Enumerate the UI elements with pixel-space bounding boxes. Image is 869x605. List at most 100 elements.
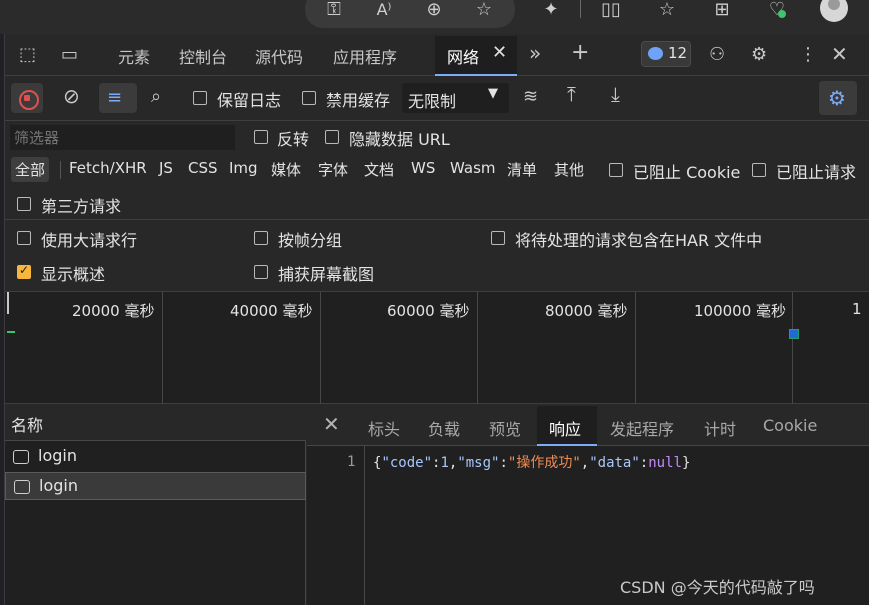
type-filter-js[interactable]: JS xyxy=(159,159,173,177)
gear-icon[interactable]: ⚙ xyxy=(751,44,767,65)
add-tab-icon[interactable]: + xyxy=(571,40,589,65)
gear-icon: ⚙ xyxy=(828,86,846,110)
tab-headers[interactable]: 标头 xyxy=(368,416,400,440)
invert-checkbox[interactable] xyxy=(254,130,268,144)
capture-screenshots-checkbox[interactable] xyxy=(254,265,268,279)
disable-cache-label: 禁用缓存 xyxy=(326,91,391,110)
overview-column: 80000 毫秒 xyxy=(478,292,636,404)
type-filter-ws[interactable]: WS xyxy=(411,159,435,177)
customize-icon[interactable]: ⚇ xyxy=(709,44,725,65)
third-party-checkbox[interactable] xyxy=(17,197,31,211)
close-icon[interactable]: ✕ xyxy=(323,412,340,436)
type-filter-other[interactable]: 其他 xyxy=(554,159,584,180)
throttling-value: 无限制 xyxy=(408,92,457,111)
devtools-tab-bar: ⬚ ▭ 元素 控制台 源代码 应用程序 网络 ✕ » + 12 ⚇ ⚙ ⋮ ✕ xyxy=(5,34,869,76)
tab-cookies[interactable]: Cookie xyxy=(763,416,817,435)
favorite-icon[interactable]: ☆ xyxy=(470,0,498,20)
search-icon[interactable]: ⌕ xyxy=(151,86,161,107)
profile-icon[interactable] xyxy=(820,0,848,22)
tab-response-label: 响应 xyxy=(549,420,582,439)
group-by-frame-checkbox[interactable] xyxy=(254,231,268,245)
type-filter-manifest[interactable]: 清单 xyxy=(507,159,537,180)
disable-cache-checkbox[interactable] xyxy=(302,91,316,105)
tab-network[interactable]: 网络 ✕ xyxy=(435,36,517,76)
table-row[interactable]: login xyxy=(5,472,306,500)
more-options-icon[interactable]: ⋮ xyxy=(799,44,817,65)
overview-tick-label: 40000 毫秒 xyxy=(230,302,313,320)
favorites-icon[interactable]: ☆ xyxy=(653,0,681,20)
type-filter-wasm[interactable]: Wasm xyxy=(450,159,496,177)
device-toolbar-icon[interactable]: ▭ xyxy=(61,44,78,65)
big-rows-checkbox[interactable] xyxy=(17,231,31,245)
capture-screenshots-label: 捕获屏幕截图 xyxy=(278,265,375,284)
clear-icon[interactable]: ⊘ xyxy=(63,84,80,108)
type-separator xyxy=(60,161,61,179)
tab-timing[interactable]: 计时 xyxy=(704,416,736,440)
tab-payload[interactable]: 负载 xyxy=(428,416,460,440)
tab-initiator[interactable]: 发起程序 xyxy=(610,416,674,440)
network-conditions-icon[interactable]: ≋ xyxy=(523,86,538,107)
collections-icon[interactable]: ⊞ xyxy=(708,0,736,20)
include-pending-har-label: 将待处理的请求包含在HAR 文件中 xyxy=(515,231,763,250)
response-body[interactable]: {"code":1,"msg":"操作成功","data":null} xyxy=(373,452,690,472)
timeline-overview[interactable]: 20000 毫秒 40000 毫秒 60000 毫秒 80000 毫秒 1000… xyxy=(5,292,869,404)
type-filter-font[interactable]: 字体 xyxy=(318,159,348,180)
tab-console[interactable]: 控制台 xyxy=(179,44,227,68)
inspect-element-icon[interactable]: ⬚ xyxy=(19,44,36,65)
tab-preview[interactable]: 预览 xyxy=(489,416,521,440)
zoom-icon[interactable]: ⊕ xyxy=(420,0,448,20)
name-column-label: 名称 xyxy=(11,416,44,435)
tab-response[interactable]: 响应 xyxy=(537,406,597,446)
request-list: 名称 login login xyxy=(5,404,306,605)
type-filter-all[interactable]: 全部 xyxy=(11,157,50,182)
hide-data-urls-label: 隐藏数据 URL xyxy=(349,130,450,149)
line-number: 1 xyxy=(347,454,356,470)
type-filter-media[interactable]: 媒体 xyxy=(271,159,301,180)
request-name: login xyxy=(39,476,78,495)
overview-column: 20000 毫秒 xyxy=(5,292,163,404)
overview-tick-label: 1 xyxy=(852,300,862,318)
include-pending-har-checkbox[interactable] xyxy=(491,231,505,245)
record-stop-button[interactable] xyxy=(11,83,43,113)
tab-sources[interactable]: 源代码 xyxy=(255,44,303,68)
close-devtools-icon[interactable]: ✕ xyxy=(831,42,848,66)
json-key: "code" xyxy=(381,455,433,471)
table-row[interactable]: login xyxy=(5,443,306,471)
read-aloud-icon[interactable]: A⁾ xyxy=(370,0,398,20)
type-filter-css[interactable]: CSS xyxy=(188,159,218,177)
name-column-header[interactable]: 名称 xyxy=(5,404,306,441)
preserve-log-checkbox[interactable] xyxy=(193,91,207,105)
blocked-requests-checkbox[interactable] xyxy=(752,163,766,177)
overview-column: 40000 毫秒 xyxy=(163,292,321,404)
toolbar-separator xyxy=(580,0,581,18)
close-icon[interactable]: ✕ xyxy=(492,42,507,63)
tab-elements[interactable]: 元素 xyxy=(118,44,150,68)
document-icon xyxy=(14,480,30,494)
network-settings-button[interactable]: ⚙ xyxy=(819,81,857,115)
third-party-label: 第三方请求 xyxy=(41,197,122,216)
throttling-select[interactable]: 无限制 ▼ xyxy=(402,83,509,113)
split-screen-icon[interactable]: ▯▯ xyxy=(597,0,625,20)
hide-data-urls-checkbox[interactable] xyxy=(325,130,339,144)
extensions-icon[interactable]: ✦ xyxy=(537,0,565,20)
show-overview-checkbox[interactable] xyxy=(17,263,31,279)
json-number: 1 xyxy=(440,455,449,471)
health-icon[interactable]: ♡ xyxy=(763,0,791,20)
type-filter-doc[interactable]: 文档 xyxy=(364,159,394,180)
group-by-frame-label: 按帧分组 xyxy=(278,231,343,250)
json-comma: , xyxy=(580,455,590,471)
line-gutter: 1 xyxy=(307,446,365,605)
health-status-dot xyxy=(778,10,786,18)
tab-application[interactable]: 应用程序 xyxy=(333,44,397,68)
import-har-icon[interactable]: ⤒ xyxy=(567,82,576,106)
request-name: login xyxy=(38,446,77,465)
filter-input[interactable] xyxy=(10,125,235,150)
blocked-cookies-checkbox[interactable] xyxy=(609,163,623,177)
more-tabs-icon[interactable]: » xyxy=(529,41,541,65)
filter-toggle-button[interactable]: ≡ xyxy=(99,83,137,113)
type-filter-img[interactable]: Img xyxy=(229,159,258,177)
key-icon[interactable]: ⚿ xyxy=(320,0,348,20)
type-filter-fetch-xhr[interactable]: Fetch/XHR xyxy=(69,159,147,177)
export-har-icon[interactable]: ⤓ xyxy=(611,82,620,106)
issues-badge[interactable]: 12 xyxy=(641,41,691,67)
